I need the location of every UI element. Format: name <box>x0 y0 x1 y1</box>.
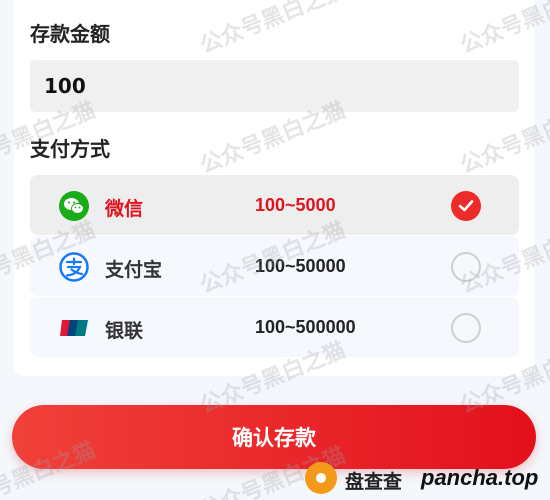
amount-input[interactable] <box>30 60 519 112</box>
payment-method-title: 支付方式 <box>30 137 110 161</box>
brand-logo-icon <box>305 462 337 494</box>
payment-option-wechat[interactable]: 微信 100~5000 <box>30 175 519 235</box>
brand-name: 盘查查 <box>345 471 403 493</box>
payment-option-name: 银联 <box>105 320 144 342</box>
payment-option-name: 微信 <box>105 198 144 220</box>
unionpay-icon <box>60 320 88 336</box>
amount-section-title: 存款金额 <box>30 22 110 46</box>
payment-option-name: 支付宝 <box>105 259 163 281</box>
payment-option-alipay[interactable]: 支付宝 100~50000 <box>30 236 519 296</box>
payment-option-unionpay[interactable]: 银联 100~500000 <box>30 297 519 357</box>
alipay-icon <box>59 252 89 282</box>
deposit-page: 存款金额 支付方式 微信 100~5000 支付宝 100~50000 <box>0 0 550 500</box>
radio-unchecked-icon[interactable] <box>451 313 481 343</box>
payment-option-range: 100~500000 <box>255 317 356 337</box>
brand-domain: pancha.top <box>421 465 539 490</box>
radio-unchecked-icon[interactable] <box>451 252 481 282</box>
wechat-icon <box>59 191 89 221</box>
check-icon[interactable] <box>451 191 481 221</box>
payment-option-range: 100~5000 <box>255 195 336 215</box>
brand-badge: 盘查查 pancha.top <box>305 460 545 496</box>
payment-option-range: 100~50000 <box>255 256 346 276</box>
